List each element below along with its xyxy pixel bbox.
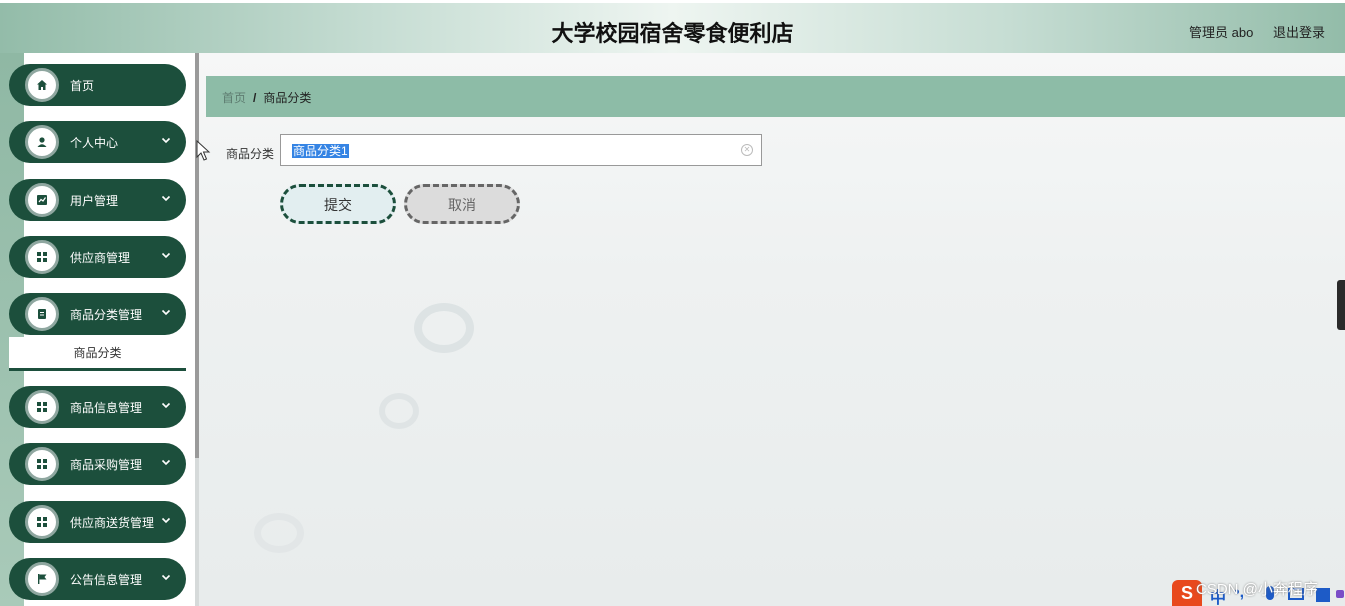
chart-icon <box>25 183 59 217</box>
logout-link[interactable]: 退出登录 <box>1273 25 1325 40</box>
user-icon <box>25 125 59 159</box>
cancel-button[interactable]: 取消 <box>404 184 520 224</box>
chevron-down-icon <box>161 192 171 202</box>
chevron-down-icon <box>161 134 171 144</box>
grid-icon <box>25 390 59 424</box>
more-icon[interactable] <box>1336 590 1344 598</box>
submit-button[interactable]: 提交 <box>280 184 396 224</box>
sidebar-item-product-info-management[interactable]: 商品信息管理 <box>9 386 186 428</box>
header-user-area: 管理员 abo 退出登录 <box>1173 22 1325 41</box>
category-input[interactable]: 商品分类1 ✕ <box>280 134 762 166</box>
site-title: 大学校园宿舍零食便利店 <box>551 22 794 47</box>
sidebar-item-label: 个人中心 <box>70 136 119 150</box>
category-input-value: 商品分类1 <box>292 144 349 158</box>
sidebar-item-personal-center[interactable]: 个人中心 <box>9 121 186 163</box>
sidebar-item-user-management[interactable]: 用户管理 <box>9 179 186 221</box>
sidebar-item-purchase-management[interactable]: 商品采购管理 <box>9 443 186 485</box>
sidebar-item-announcement-management[interactable]: 公告信息管理 <box>9 558 186 600</box>
sidebar-item-delivery-management[interactable]: 供应商送货管理 <box>9 501 186 543</box>
sidebar-item-label: 商品分类管理 <box>70 308 143 322</box>
flag-icon <box>25 562 59 596</box>
clear-icon[interactable]: ✕ <box>741 144 753 156</box>
chevron-down-icon <box>161 399 171 409</box>
sidebar-item-label: 商品信息管理 <box>70 401 143 415</box>
chevron-down-icon <box>161 456 171 466</box>
sidebar-item-label: 供应商管理 <box>70 251 131 265</box>
sidebar-item-supplier-management[interactable]: 供应商管理 <box>9 236 186 278</box>
sidebar-item-label: 用户管理 <box>70 194 119 208</box>
side-panel-handle[interactable] <box>1337 280 1345 330</box>
chevron-down-icon <box>161 249 171 259</box>
grid-icon <box>25 447 59 481</box>
main-content: 首页 / 商品分类 商品分类 商品分类1 ✕ 提交 取消 <box>199 53 1345 606</box>
current-user-label: 管理员 abo <box>1189 25 1254 40</box>
chevron-down-icon <box>161 571 171 581</box>
chevron-down-icon <box>161 306 171 316</box>
breadcrumb-home-link[interactable]: 首页 <box>222 91 246 105</box>
category-field-label: 商品分类 <box>226 147 275 161</box>
sidebar-subitem-category[interactable]: 商品分类 <box>9 337 186 371</box>
document-icon <box>25 297 59 331</box>
sidebar-item-label: 公告信息管理 <box>70 573 143 587</box>
breadcrumb: 首页 / 商品分类 <box>206 76 1345 117</box>
top-header: 大学校园宿舍零食便利店 管理员 abo 退出登录 <box>0 0 1345 53</box>
skin-icon[interactable] <box>1316 588 1330 602</box>
watermark-text: CSDN @小奔程序 <box>1196 581 1318 598</box>
background-decoration <box>379 393 419 429</box>
chevron-down-icon <box>161 514 171 524</box>
breadcrumb-separator: / <box>253 91 257 105</box>
sidebar-item-label: 商品采购管理 <box>70 458 143 472</box>
grid-icon <box>25 240 59 274</box>
grid-icon <box>25 505 59 539</box>
home-icon <box>25 68 59 102</box>
sidebar-item-label: 供应商送货管理 <box>70 516 155 530</box>
sidebar-item-label: 首页 <box>70 79 95 93</box>
mouse-cursor-icon <box>196 140 211 161</box>
background-decoration <box>414 303 474 353</box>
sidebar-item-home[interactable]: 首页 <box>9 64 186 106</box>
sidebar-item-category-management[interactable]: 商品分类管理 <box>9 293 186 335</box>
breadcrumb-current: 商品分类 <box>263 91 312 105</box>
background-decoration <box>254 513 304 553</box>
